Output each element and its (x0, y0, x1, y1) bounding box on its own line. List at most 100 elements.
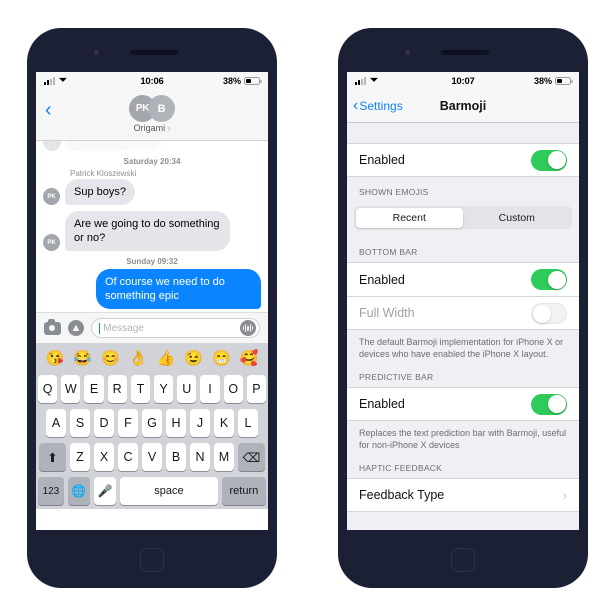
key-k[interactable]: K (214, 409, 234, 437)
camera-icon[interactable] (44, 319, 61, 335)
key-a[interactable]: A (46, 409, 66, 437)
settings-row-feedback-type[interactable]: Feedback Type › (347, 478, 579, 513)
front-camera-icon (405, 50, 410, 55)
audio-waveform-icon[interactable] (240, 320, 256, 336)
left-phone-device: ⏷ 10:06 38% ‹ PK B Origami › Saturday 20… (27, 28, 277, 588)
settings-list[interactable]: Enabled SHOWN EMOJIS Recent Custom BOTTO… (347, 123, 579, 530)
toggle-switch[interactable] (531, 393, 567, 415)
settings-row-enabled-main[interactable]: Enabled (347, 143, 579, 177)
screenshot-root: ⏷ 10:06 38% ‹ PK B Origami › Saturday 20… (0, 0, 615, 615)
key-x[interactable]: X (94, 443, 114, 471)
message-bubble (66, 141, 161, 151)
globe-icon[interactable]: 🌐 (67, 477, 90, 505)
message-input[interactable]: Message (91, 318, 260, 338)
key-t[interactable]: T (130, 375, 150, 403)
settings-row-predictive-enabled[interactable]: Enabled (347, 387, 579, 422)
timestamp: Saturday 20:34 (123, 157, 181, 166)
message-row: PK Are we going to do something or no? (43, 211, 261, 252)
return-key[interactable]: return (221, 477, 267, 505)
sender-name: Patrick Kloszewski (70, 169, 137, 178)
conversation-name-label: Origami (133, 123, 166, 133)
message-input-bar: ▲ Message (36, 312, 268, 343)
toggle-switch[interactable] (531, 269, 567, 290)
home-button[interactable] (451, 548, 475, 572)
emoji-item[interactable]: 😉 (184, 349, 203, 367)
emoji-bar: 😘 😂 😊 👌 👍 😉 😁 🥰 (36, 343, 268, 372)
space-key[interactable]: space (120, 477, 218, 505)
key-l[interactable]: L (238, 409, 258, 437)
avatar: PK (43, 234, 60, 252)
settings-nav-bar: ‹ Settings Barmoji (347, 90, 579, 123)
key-y[interactable]: Y (154, 375, 174, 403)
segment-custom[interactable]: Custom (463, 208, 571, 228)
right-phone-screen: ⏷ 10:07 38% ‹ Settings Barmoji Enabled S… (347, 72, 579, 530)
row-label: Full Width (359, 306, 415, 320)
key-j[interactable]: J (190, 409, 210, 437)
avatar: B (148, 95, 175, 122)
key-w[interactable]: W (61, 375, 81, 403)
key-z[interactable]: Z (70, 443, 90, 471)
message-bubble[interactable]: Are we going to do something or no? (65, 211, 230, 252)
on-screen-keyboard: Q W E R T Y U I O P A S D F G H J K L ⬆ … (36, 372, 268, 509)
key-n[interactable]: N (190, 443, 210, 471)
emoji-item[interactable]: 👌 (129, 349, 148, 367)
message-placeholder: Message (103, 322, 144, 334)
section-footnote-bottom-bar: The default Barmoji implementation for i… (359, 337, 564, 360)
key-d[interactable]: D (94, 409, 114, 437)
segmented-control[interactable]: Recent Custom (354, 206, 572, 229)
keyboard-row-2: A S D F G H J K L (38, 409, 266, 437)
key-q[interactable]: Q (37, 375, 58, 403)
message-row: PK Sup boys? (43, 179, 261, 206)
numbers-key[interactable]: 123 (38, 477, 64, 505)
key-i[interactable]: I (200, 375, 220, 403)
key-v[interactable]: V (142, 443, 162, 471)
left-phone-screen: ⏷ 10:06 38% ‹ PK B Origami › Saturday 20… (36, 72, 268, 530)
emoji-item[interactable]: 🥰 (240, 349, 259, 367)
front-camera-icon (94, 50, 99, 55)
key-h[interactable]: H (166, 409, 186, 437)
settings-row-full-width[interactable]: Full Width (347, 296, 579, 330)
right-phone-device: ⏷ 10:07 38% ‹ Settings Barmoji Enabled S… (338, 28, 588, 588)
avatar (43, 141, 61, 151)
back-icon[interactable]: ‹ (45, 100, 52, 120)
message-bubble[interactable]: Of course we need to do something epic (96, 269, 261, 310)
section-header-shown-emojis: SHOWN EMOJIS (359, 187, 429, 197)
emoji-item[interactable]: 👍 (157, 349, 176, 367)
section-footnote-predictive-bar: Replaces the text prediction bar with Ba… (359, 428, 567, 451)
section-header-haptic-feedback: HAPTIC FEEDBACK (359, 463, 443, 474)
key-b[interactable]: B (166, 443, 186, 471)
key-s[interactable]: S (70, 409, 90, 437)
emoji-item[interactable]: 😊 (101, 349, 120, 367)
shift-key-icon[interactable]: ⬆ (39, 443, 66, 471)
message-bubble[interactable]: Sup boys? (65, 179, 135, 206)
toggle-switch[interactable] (531, 302, 567, 324)
key-e[interactable]: E (84, 375, 104, 403)
key-f[interactable]: F (118, 409, 138, 437)
segment-recent[interactable]: Recent (355, 207, 463, 228)
key-c[interactable]: C (118, 443, 138, 471)
chevron-right-icon: › (167, 124, 171, 133)
key-g[interactable]: G (142, 409, 162, 437)
key-o[interactable]: O (223, 375, 243, 403)
key-p[interactable]: P (246, 375, 267, 403)
emoji-item[interactable]: 😘 (46, 349, 65, 367)
key-r[interactable]: R (107, 375, 127, 403)
key-m[interactable]: M (214, 443, 234, 471)
row-label: Enabled (359, 153, 405, 167)
settings-row-bottombar-enabled[interactable]: Enabled (347, 262, 579, 296)
emoji-item[interactable]: 😁 (212, 349, 231, 367)
timestamp: Sunday 09:32 (126, 257, 178, 267)
home-button[interactable] (140, 548, 164, 572)
conversation-name[interactable]: Origami › (134, 123, 171, 133)
app-store-icon[interactable]: ▲ (68, 320, 84, 336)
delete-key-icon[interactable]: ⌫ (238, 443, 265, 471)
toggle-switch[interactable] (531, 149, 567, 171)
avatar-group[interactable]: PK B (129, 95, 175, 122)
battery-icon (555, 77, 573, 85)
microphone-icon[interactable]: 🎤 (93, 477, 117, 505)
avatar: PK (43, 188, 60, 206)
key-u[interactable]: U (177, 375, 197, 403)
message-list[interactable]: Saturday 20:34 Patrick Kloszewski PK Sup… (36, 141, 268, 312)
row-label: Enabled (359, 397, 405, 412)
emoji-item[interactable]: 😂 (73, 349, 92, 367)
